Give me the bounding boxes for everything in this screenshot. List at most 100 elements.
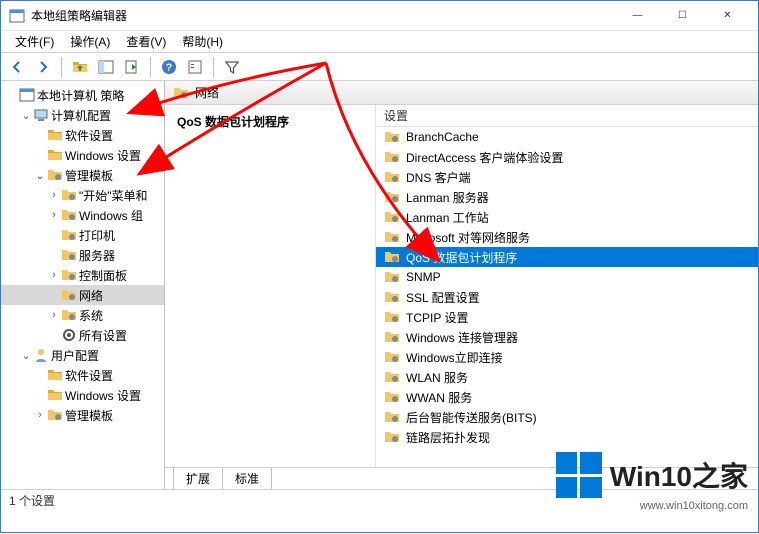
tree-printers[interactable]: 打印机	[1, 225, 164, 245]
folder-icon	[384, 149, 400, 165]
column-header-setting[interactable]: 设置	[376, 105, 758, 127]
maximize-button[interactable]: ☐	[660, 2, 705, 30]
list-label: WWAN 服务	[406, 389, 472, 406]
list-item[interactable]: SSL 配置设置	[376, 287, 758, 307]
tree-start-menu[interactable]: ›"开始"菜单和	[1, 185, 164, 205]
list-item[interactable]: 后台智能传送服务(BITS)	[376, 407, 758, 427]
view-tabs: 扩展 标准	[165, 467, 758, 489]
expand-icon[interactable]: ›	[47, 209, 61, 221]
tree-software-settings-user[interactable]: 软件设置	[1, 365, 164, 385]
menu-file[interactable]: 文件(F)	[7, 31, 62, 52]
tree-label: 管理模板	[65, 407, 113, 424]
tree-windows-components[interactable]: ›Windows 组	[1, 205, 164, 225]
menu-action[interactable]: 操作(A)	[62, 31, 118, 52]
list-label: Lanman 服务器	[406, 189, 489, 206]
tree-server[interactable]: 服务器	[1, 245, 164, 265]
back-button[interactable]	[5, 55, 29, 79]
show-hide-tree-button[interactable]	[94, 55, 118, 79]
svg-text:?: ?	[166, 62, 173, 74]
selected-item-heading: QoS 数据包计划程序	[177, 113, 363, 130]
toolbar: ?	[1, 53, 758, 81]
details-pane: QoS 数据包计划程序	[165, 105, 375, 467]
folder-icon	[47, 167, 63, 183]
folder-icon	[61, 307, 77, 323]
properties-button[interactable]	[183, 55, 207, 79]
tree-control-panel[interactable]: ›控制面板	[1, 265, 164, 285]
policy-icon	[19, 87, 35, 103]
forward-button[interactable]	[31, 55, 55, 79]
menu-view[interactable]: 查看(V)	[118, 31, 174, 52]
expand-icon[interactable]: ⌄	[19, 349, 33, 362]
folder-icon	[61, 287, 77, 303]
folder-icon	[173, 85, 189, 101]
list-label: Lanman 工作站	[406, 209, 489, 226]
expand-icon[interactable]: ›	[47, 309, 61, 321]
list-item[interactable]: WWAN 服务	[376, 387, 758, 407]
breadcrumb-item[interactable]: 网络	[195, 84, 219, 101]
minimize-button[interactable]: —	[615, 2, 660, 30]
list-item[interactable]: DNS 客户端	[376, 167, 758, 187]
list-label: DNS 客户端	[406, 169, 471, 186]
list-label: Windows立即连接	[406, 349, 503, 366]
list-label: BranchCache	[406, 130, 479, 144]
folder-icon	[61, 247, 77, 263]
list-label: 链路层拓扑发现	[406, 429, 490, 446]
list-item[interactable]: Windows立即连接	[376, 347, 758, 367]
folder-icon	[47, 387, 63, 403]
folder-icon	[47, 367, 63, 383]
tab-extended[interactable]: 扩展	[173, 468, 223, 489]
tree-label: 管理模板	[65, 167, 113, 184]
folder-icon	[61, 207, 77, 223]
folder-icon	[384, 309, 400, 325]
list-label: SSL 配置设置	[406, 289, 480, 306]
folder-icon	[384, 389, 400, 405]
list-label: Microsoft 对等网络服务	[406, 229, 530, 246]
export-button[interactable]	[120, 55, 144, 79]
expand-icon[interactable]: ⌄	[19, 109, 33, 122]
settings-list[interactable]: 设置 BranchCache DirectAccess 客户端体验设置 DNS …	[375, 105, 758, 467]
list-item[interactable]: Windows 连接管理器	[376, 327, 758, 347]
help-button[interactable]: ?	[157, 55, 181, 79]
tree-network[interactable]: 网络	[1, 285, 164, 305]
list-item[interactable]: Lanman 工作站	[376, 207, 758, 227]
tree-label: 用户配置	[51, 347, 99, 364]
list-item-selected[interactable]: QoS 数据包计划程序	[376, 247, 758, 267]
nav-tree[interactable]: 本地计算机 策略 ⌄计算机配置 软件设置 Windows 设置 ⌄ 管理模板 ›"…	[1, 81, 165, 489]
user-icon	[33, 347, 49, 363]
expand-icon[interactable]: ⌄	[33, 169, 47, 182]
expand-icon[interactable]: ›	[33, 409, 47, 421]
list-item[interactable]: TCPIP 设置	[376, 307, 758, 327]
list-item[interactable]: Lanman 服务器	[376, 187, 758, 207]
tree-admin-templates-user[interactable]: › 管理模板	[1, 405, 164, 425]
tree-system[interactable]: ›系统	[1, 305, 164, 325]
tree-user-config[interactable]: ⌄ 用户配置	[1, 345, 164, 365]
folder-icon	[384, 229, 400, 245]
toolbar-separator	[213, 57, 214, 77]
list-label: TCPIP 设置	[406, 309, 468, 326]
list-item[interactable]: BranchCache	[376, 127, 758, 147]
list-item[interactable]: Microsoft 对等网络服务	[376, 227, 758, 247]
filter-button[interactable]	[220, 55, 244, 79]
tree-computer-config[interactable]: ⌄计算机配置	[1, 105, 164, 125]
tab-standard[interactable]: 标准	[222, 468, 272, 489]
list-item[interactable]: WLAN 服务	[376, 367, 758, 387]
folder-icon	[384, 249, 400, 265]
status-text: 1 个设置	[9, 492, 55, 509]
expand-icon[interactable]: ›	[47, 269, 61, 281]
list-item[interactable]: DirectAccess 客户端体验设置	[376, 147, 758, 167]
close-button[interactable]: ✕	[705, 2, 750, 30]
app-icon	[9, 8, 25, 24]
tree-admin-templates[interactable]: ⌄ 管理模板	[1, 165, 164, 185]
tree-windows-settings-user[interactable]: Windows 设置	[1, 385, 164, 405]
list-item[interactable]: 链路层拓扑发现	[376, 427, 758, 447]
list-label: SNMP	[406, 270, 441, 284]
tree-windows-settings[interactable]: Windows 设置	[1, 145, 164, 165]
menu-help[interactable]: 帮助(H)	[174, 31, 231, 52]
up-button[interactable]	[68, 55, 92, 79]
folder-icon	[61, 227, 77, 243]
tree-root[interactable]: 本地计算机 策略	[1, 85, 164, 105]
tree-all-settings[interactable]: 所有设置	[1, 325, 164, 345]
tree-software-settings[interactable]: 软件设置	[1, 125, 164, 145]
list-item[interactable]: SNMP	[376, 267, 758, 287]
expand-icon[interactable]: ›	[47, 189, 61, 201]
